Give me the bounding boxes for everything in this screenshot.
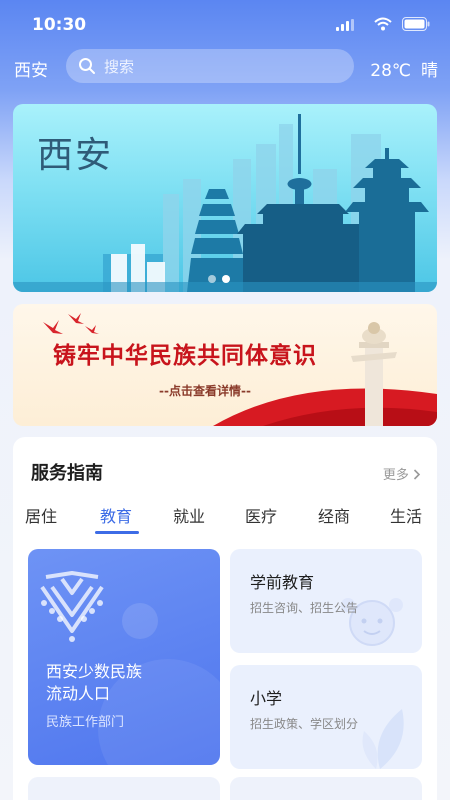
top-bar: 西安 搜索 28℃ 晴 <box>0 48 450 86</box>
tile-subtitle: 招生政策、学区划分 <box>250 717 359 731</box>
ethnic-population-tile[interactable]: 西安少数民族 流动人口 民族工作部门 <box>28 549 220 765</box>
signal-icon <box>336 19 354 31</box>
feature-tile-subtitle: 民族工作部门 <box>46 715 125 730</box>
next-tile-peek <box>230 777 422 800</box>
search-icon <box>79 58 95 74</box>
chevron-right-icon <box>413 469 421 480</box>
tile-title: 学前教育 <box>250 573 315 592</box>
service-guide-title: 服务指南 <box>31 463 103 484</box>
service-guide-card: 服务指南 更多 居住 教育 就业 医疗 经商 生活 西安少数民族 流动人口 民族… <box>13 437 437 800</box>
tab-medical[interactable]: 医疗 <box>245 503 277 527</box>
status-time: 10:30 <box>32 15 87 35</box>
search-placeholder: 搜索 <box>104 58 135 76</box>
more-label: 更多 <box>382 468 409 483</box>
primary-school-tile[interactable]: 小学 招生政策、学区划分 <box>230 665 422 769</box>
city-banner[interactable]: 西安 <box>13 104 437 292</box>
promo-title: 铸牢中华民族共同体意识 <box>53 342 317 369</box>
tab-living[interactable]: 居住 <box>25 503 57 527</box>
status-bar: 10:30 <box>0 0 450 48</box>
tab-education[interactable]: 教育 <box>100 503 132 527</box>
tile-subtitle: 招生咨询、招生公告 <box>250 601 359 615</box>
banner-title: 西安 <box>37 135 114 176</box>
feature-tile-title: 西安少数民族 流动人口 <box>46 662 143 703</box>
tab-business[interactable]: 经商 <box>318 503 350 527</box>
ethnic-emblem-icon <box>40 571 220 765</box>
tile-title: 小学 <box>250 689 283 708</box>
tab-life[interactable]: 生活 <box>390 503 422 527</box>
promo-banner[interactable]: 铸牢中华民族共同体意识 --点击查看详情-- <box>13 304 437 426</box>
wifi-icon <box>374 17 392 31</box>
next-tile-peek <box>28 777 220 800</box>
tab-employment[interactable]: 就业 <box>173 503 205 527</box>
more-link[interactable]: 更多 <box>383 464 421 483</box>
category-tabs: 居住 教育 就业 医疗 经商 生活 <box>13 501 437 537</box>
carousel-indicator <box>208 275 230 283</box>
promo-subtitle[interactable]: --点击查看详情-- <box>159 382 251 399</box>
temperature: 28℃ <box>370 61 411 81</box>
search-input[interactable]: 搜索 <box>66 49 354 83</box>
active-tab-indicator <box>95 531 139 534</box>
city-selector[interactable]: 西安 <box>14 56 48 81</box>
weather-info: 28℃ 晴 <box>370 56 438 81</box>
weather-condition: 晴 <box>421 61 438 81</box>
battery-icon <box>402 17 430 31</box>
preschool-education-tile[interactable]: 学前教育 招生咨询、招生公告 <box>230 549 422 653</box>
